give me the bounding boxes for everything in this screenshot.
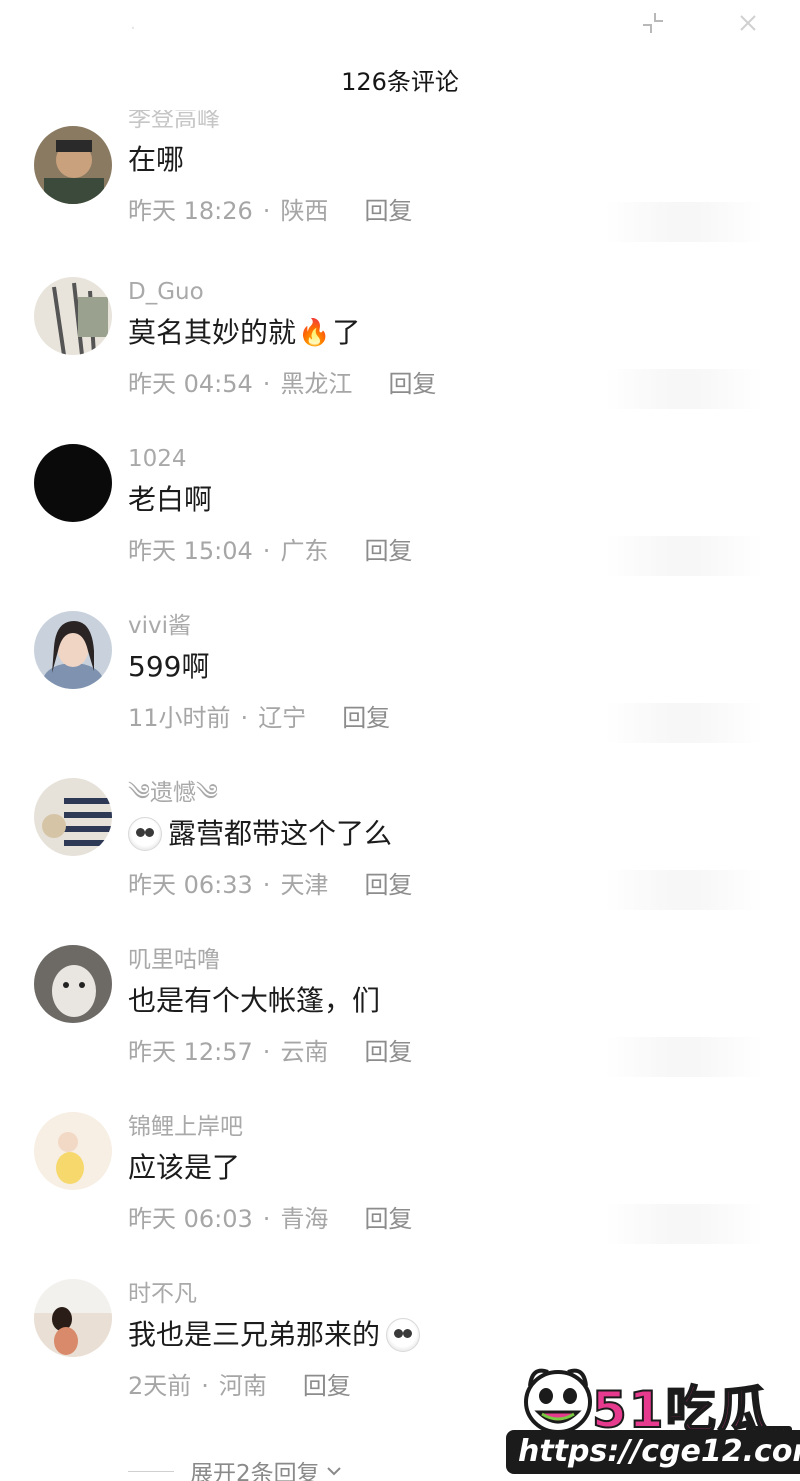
username[interactable]: vivi酱: [128, 611, 390, 641]
expand-replies-button[interactable]: 展开2条回复: [128, 1454, 342, 1481]
separator-dot: ·: [262, 1205, 271, 1233]
comment-time: 昨天 06:03: [128, 1205, 253, 1233]
comment-list[interactable]: 李登高峰 在哪 昨天 18:26 · 陕西 回复 D_Guo 莫名其妙的就 🔥 …: [0, 110, 800, 1481]
separator-dot: ·: [262, 871, 271, 899]
comment-meta: 昨天 06:33 · 天津 回复: [128, 868, 412, 902]
comment-time: 昨天 06:33: [128, 871, 253, 899]
face-emoji-icon: [128, 817, 162, 851]
username[interactable]: 叽里咕噜: [128, 945, 412, 975]
comment-meta: 昨天 12:57 · 云南 回复: [128, 1035, 412, 1069]
comment-meta: 11小时前 · 辽宁 回复: [128, 701, 390, 735]
comment-text-part: 莫名其妙的就: [128, 316, 297, 349]
separator-dot: ·: [262, 197, 271, 225]
comment-meta: 昨天 18:26 · 陕西 回复: [128, 194, 412, 228]
username[interactable]: ༄遗憾༄: [128, 778, 412, 808]
close-icon[interactable]: [733, 8, 763, 38]
comment-text: 莫名其妙的就 🔥 了: [128, 311, 436, 355]
comment-text: 599啊: [128, 650, 210, 683]
avatar[interactable]: [34, 611, 112, 689]
separator-dot: ·: [262, 370, 271, 398]
separator-dot: ·: [240, 704, 249, 732]
reply-button[interactable]: 回复: [303, 1369, 351, 1403]
separator-dot: ·: [201, 1372, 209, 1400]
reply-button[interactable]: 回复: [364, 194, 412, 228]
comment-location: 辽宁: [258, 704, 307, 732]
reply-button[interactable]: 回复: [364, 868, 412, 902]
like-area[interactable]: [604, 369, 764, 409]
comment-location: 广东: [280, 537, 329, 565]
comment-text: 我也是三兄弟那来的: [128, 1313, 426, 1357]
comment-text: 老白啊: [128, 483, 213, 516]
comment-time: 昨天 12:57: [128, 1038, 253, 1066]
comment-text: 也是有个大帐篷，们: [128, 984, 381, 1017]
like-area[interactable]: [604, 202, 764, 242]
username[interactable]: 李登高峰: [128, 110, 412, 134]
comment-time: 11小时前: [128, 704, 231, 732]
separator-dot: ·: [262, 1038, 271, 1066]
username[interactable]: D_Guo: [128, 277, 436, 307]
watermark-url: https://cge12.com: [506, 1430, 800, 1474]
comment-location: 河南: [218, 1372, 267, 1400]
avatar[interactable]: [34, 945, 112, 1023]
like-area[interactable]: [604, 703, 764, 743]
comment-meta: 昨天 15:04 · 广东 回复: [128, 534, 412, 568]
comment-location: 云南: [280, 1038, 329, 1066]
avatar[interactable]: [34, 1112, 112, 1190]
username[interactable]: 锦鲤上岸吧: [128, 1112, 412, 1142]
comment-text: 露营都带这个了么: [128, 812, 412, 856]
comment-time: 2天前: [128, 1372, 192, 1400]
comment-count-title: 126条评论: [341, 68, 459, 96]
avatar[interactable]: [34, 778, 112, 856]
divider: [128, 1470, 174, 1472]
comment-location: 黑龙江: [280, 370, 353, 398]
comment-item: 1024 老白啊 昨天 15:04 · 广东 回复: [0, 444, 800, 611]
fire-emoji-icon: 🔥: [298, 318, 331, 348]
comment-time: 昨天 04:54: [128, 370, 253, 398]
username[interactable]: 时不凡: [128, 1279, 426, 1309]
comment-item: ༄遗憾༄ 露营都带这个了么 昨天 06:33 · 天津 回复: [0, 778, 800, 945]
reply-button[interactable]: 回复: [388, 367, 436, 401]
comment-time: 昨天 18:26: [128, 197, 253, 225]
like-area[interactable]: [604, 536, 764, 576]
comment-item: 锦鲤上岸吧 应该是了 昨天 06:03 · 青海 回复: [0, 1112, 800, 1279]
separator-dot: ·: [262, 537, 271, 565]
comment-text-part: 露营都带这个了么: [168, 817, 393, 850]
reply-button[interactable]: 回复: [364, 534, 412, 568]
comment-meta: 2天前 · 河南 回复: [128, 1369, 426, 1403]
mascot-icon: [522, 1362, 594, 1436]
like-area[interactable]: [604, 1037, 764, 1077]
comment-location: 陕西: [280, 197, 329, 225]
comment-text: 应该是了: [128, 1151, 241, 1184]
comment-item: 叽里咕噜 也是有个大帐篷，们 昨天 12:57 · 云南 回复: [0, 945, 800, 1112]
comment-meta: 昨天 06:03 · 青海 回复: [128, 1202, 412, 1236]
comment-meta: 昨天 04:54 · 黑龙江 回复: [128, 367, 436, 401]
collapse-icon[interactable]: [638, 8, 668, 38]
face-emoji-icon: [386, 1318, 421, 1352]
top-bar: ·: [0, 0, 800, 60]
username[interactable]: 1024: [128, 444, 412, 474]
ghost-title: ·: [130, 18, 137, 39]
site-watermark: 51吃瓜 全网首发 https://cge12.com: [500, 1362, 800, 1481]
comment-text-part: 了: [332, 316, 361, 349]
reply-button[interactable]: 回复: [342, 701, 390, 735]
comment-item: D_Guo 莫名其妙的就 🔥 了 昨天 04:54 · 黑龙江 回复: [0, 277, 800, 444]
comment-time: 昨天 15:04: [128, 537, 253, 565]
reply-button[interactable]: 回复: [364, 1035, 412, 1069]
avatar[interactable]: [34, 1279, 112, 1357]
avatar[interactable]: [34, 444, 112, 522]
reply-button[interactable]: 回复: [364, 1202, 412, 1236]
comment-item: vivi酱 599啊 11小时前 · 辽宁 回复: [0, 611, 800, 778]
comment-location: 天津: [280, 871, 329, 899]
comment-text: 在哪: [128, 143, 185, 176]
comment-text-part: 我也是三兄弟那来的: [128, 1318, 381, 1351]
avatar[interactable]: [34, 126, 112, 204]
comment-location: 青海: [280, 1205, 329, 1233]
chevron-down-icon: [326, 1461, 342, 1481]
like-area[interactable]: [604, 1204, 764, 1244]
like-area[interactable]: [604, 870, 764, 910]
comment-item: 李登高峰 在哪 昨天 18:26 · 陕西 回复: [0, 110, 800, 277]
expand-replies-label: 展开2条回复: [190, 1461, 320, 1481]
avatar[interactable]: [34, 277, 112, 355]
